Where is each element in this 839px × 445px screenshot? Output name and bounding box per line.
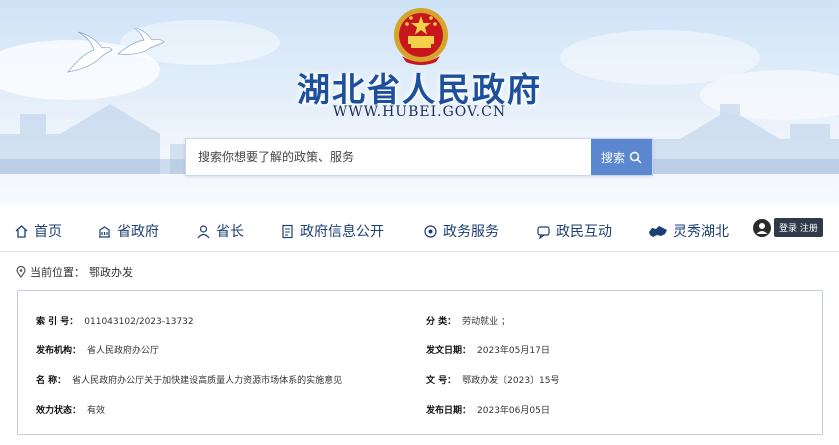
search-button[interactable]: 搜索: [591, 139, 652, 175]
info-pub-date-row: 发布日期： 2023年06月05日: [426, 403, 550, 416]
login-register-button[interactable]: 登录 注册: [774, 218, 823, 237]
document-info-table: 索 引 号： 011043102/2023-13732 分 类： 劳动就业 ； 发布…: [17, 290, 823, 435]
nav-item-label: 省长: [216, 224, 244, 240]
info-value: 有效: [87, 406, 106, 416]
info-value: 2023年06月05日: [477, 406, 550, 416]
nav-item-lingxiu-hubei[interactable]: 灵秀湖北: [648, 221, 729, 241]
nav-item-gov-service[interactable]: 政务服务: [423, 221, 499, 241]
info-label: 发布日期：: [426, 406, 472, 416]
login-area[interactable]: 登录 注册: [753, 218, 823, 237]
service-icon: [424, 224, 437, 238]
breadcrumb-current[interactable]: 鄂政办发: [89, 264, 133, 280]
nav-item-label: 政府信息公开: [300, 224, 384, 240]
building-icon: [99, 225, 110, 238]
breadcrumb: 当前位置： 鄂政办发: [16, 264, 133, 280]
national-emblem-icon: [394, 8, 448, 65]
nav-item-governor[interactable]: 省长: [196, 221, 244, 241]
info-status-row: 效力状态： 有效: [36, 403, 105, 416]
home-icon: [15, 224, 28, 238]
search-button-label: 搜索: [600, 150, 625, 165]
nav-item-province-gov[interactable]: 省政府: [97, 221, 159, 241]
info-label: 文 号：: [426, 376, 457, 386]
search-bar: 搜索: [185, 138, 653, 176]
info-value: 省人民政府办公厅关于加快建设高质量人力资源市场体系的实施意见: [72, 376, 343, 386]
info-value: 省人民政府办公厅: [87, 346, 160, 356]
info-index-row: 索 引 号： 011043102/2023-13732: [36, 314, 194, 327]
nav-item-label: 政务服务: [443, 224, 499, 240]
chat-icon: [537, 225, 550, 239]
nav-item-gov-info[interactable]: 政府信息公开: [280, 221, 384, 241]
site-url[interactable]: WWW.HUBEI.GOV.CN: [0, 104, 839, 120]
person-icon: [197, 224, 210, 238]
user-avatar-icon[interactable]: [753, 218, 771, 237]
info-issuer-row: 发布机构： 省人民政府办公厅: [36, 343, 159, 356]
breadcrumb-label: 当前位置：: [30, 266, 85, 279]
info-value: 劳动就业 ；: [462, 317, 511, 327]
info-value: 011043102/2023-13732: [84, 317, 194, 327]
nav-item-interaction[interactable]: 政民互动: [536, 221, 612, 241]
info-label: 名 称：: [36, 376, 67, 386]
info-issue-date-row: 发文日期： 2023年05月17日: [426, 343, 550, 356]
info-label: 发布机构：: [36, 346, 82, 356]
info-category-row: 分 类： 劳动就业 ；: [426, 314, 510, 327]
info-value: 鄂政办发〔2023〕15号: [462, 376, 560, 386]
info-label: 发文日期：: [426, 346, 472, 356]
nav-item-label: 首页: [34, 224, 62, 240]
header-banner: 湖北省人民政府 WWW.HUBEI.GOV.CN 搜索: [0, 0, 839, 204]
nav-item-label: 灵秀湖北: [673, 224, 729, 240]
info-doc-no-row: 文 号： 鄂政办发〔2023〕15号: [426, 373, 560, 386]
search-input[interactable]: [186, 139, 591, 175]
info-label: 分 类：: [426, 317, 457, 327]
hubei-map-icon: [649, 225, 667, 237]
main-nav: 首页 省政府 省长 政府信息公开 政务服务 政民互动 灵秀湖北: [0, 204, 839, 252]
info-label: 索 引 号：: [36, 317, 79, 327]
location-pin-icon: [16, 266, 26, 278]
info-name-row: 名 称： 省人民政府办公厅关于加快建设高质量人力资源市场体系的实施意见: [36, 373, 342, 386]
search-icon: [629, 151, 642, 164]
nav-item-home[interactable]: 首页: [14, 221, 62, 241]
info-value: 2023年05月17日: [477, 346, 550, 356]
nav-item-label: 省政府: [117, 224, 159, 240]
document-icon: [282, 224, 293, 238]
info-label: 效力状态：: [36, 406, 82, 416]
nav-item-label: 政民互动: [556, 224, 612, 240]
